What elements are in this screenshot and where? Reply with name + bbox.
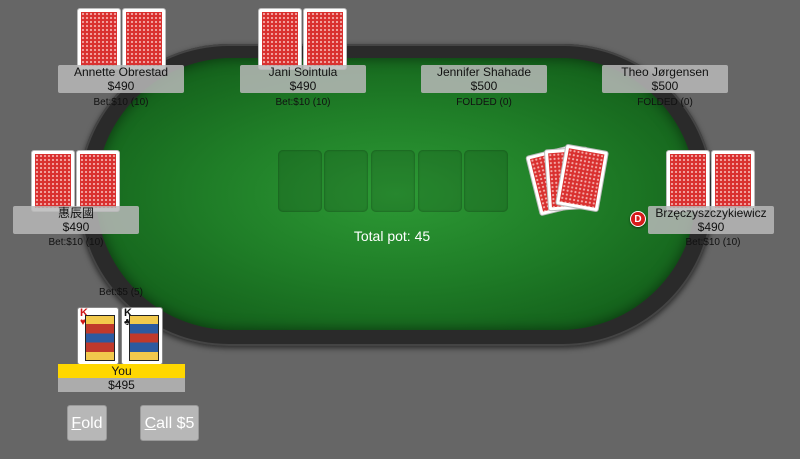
community-card-slot-5 (464, 150, 508, 212)
hero-bet-status: Bet:$5 (5) (99, 287, 143, 298)
player-bet-status: Bet:$10 (10) (93, 97, 149, 108)
player-bet-status: Bet:$10 (10) (275, 97, 331, 108)
hero-hole-card-2: K ♣ (121, 307, 163, 365)
player-name-plate: Jennifer Shahade $500 (421, 65, 547, 93)
hole-card-back (31, 150, 75, 212)
fold-hotkey: F (71, 415, 82, 432)
player-bet-status: Bet:$10 (10) (685, 237, 741, 248)
player-name-plate: Brzęczyszczykiewicz $490 (648, 206, 774, 234)
hole-card-back (711, 150, 755, 212)
total-pot-label: Total pot: 45 (353, 228, 431, 244)
player-name-plate: Annette Obrestad $490 (58, 65, 184, 93)
player-name: 惠辰國 (57, 206, 94, 220)
hero-hole-card-1: K ♥ (77, 307, 119, 365)
hero-chip-count: $495 (58, 378, 185, 392)
community-card-slot-2 (324, 150, 368, 212)
player-chip-count: $490 (107, 79, 135, 93)
player-name: Jani Sointula (268, 65, 338, 79)
king-artwork (85, 315, 115, 361)
hole-card-back (76, 150, 120, 212)
hole-card-back (258, 8, 302, 70)
player-name-plate: Theo Jørgensen $500 (602, 65, 728, 93)
player-chip-count: $500 (470, 79, 498, 93)
hero-name-plate: You (58, 364, 185, 378)
player-name-plate: Jani Sointula $490 (240, 65, 366, 93)
player-bet-status: FOLDED (0) (456, 97, 512, 108)
hole-card-back (77, 8, 121, 70)
fold-label: old (81, 415, 103, 432)
hole-card-back (666, 150, 710, 212)
player-chip-count: $490 (289, 79, 317, 93)
community-card-slot-4 (418, 150, 462, 212)
community-card-slot-1 (278, 150, 322, 212)
community-card-slot-3 (371, 150, 415, 212)
call-hotkey: C (144, 415, 157, 432)
player-name-plate: 惠辰國 $490 (13, 206, 139, 234)
player-name: Jennifer Shahade (436, 65, 532, 79)
call-button[interactable]: Call $5 (140, 405, 199, 441)
player-name: Theo Jørgensen (621, 65, 709, 79)
hole-card-back (303, 8, 347, 70)
hole-card-back (122, 8, 166, 70)
player-bet-status: Bet:$10 (10) (48, 237, 104, 248)
player-name: Brzęczyszczykiewicz (655, 206, 767, 220)
fold-button[interactable]: Fold (67, 405, 107, 441)
player-chip-count: $490 (62, 220, 90, 234)
player-chip-count: $490 (697, 220, 725, 234)
player-chip-count: $500 (651, 79, 679, 93)
player-name: Annette Obrestad (73, 65, 169, 79)
call-label: all $5 (156, 415, 195, 432)
king-artwork (129, 315, 159, 361)
dealer-button: D (630, 211, 646, 227)
player-bet-status: FOLDED (0) (637, 97, 693, 108)
